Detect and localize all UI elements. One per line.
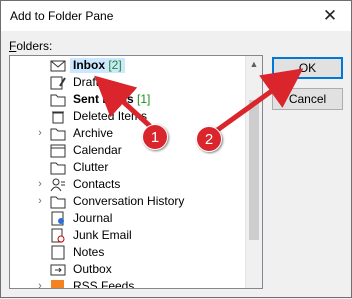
folder-icon <box>50 126 66 141</box>
tree-item[interactable]: › Contacts <box>10 176 246 193</box>
cancel-button[interactable]: Cancel <box>272 88 343 110</box>
unread-count: [2] <box>105 58 122 72</box>
chevron-right-icon[interactable]: › <box>35 177 45 191</box>
vertical-scrollbar[interactable]: ▲ <box>245 56 262 288</box>
tree-item-label: Junk Email <box>73 228 132 242</box>
tree-item[interactable]: Sent Items [1] <box>10 91 246 108</box>
outbox-icon <box>50 262 66 277</box>
tree-item-label: Conversation History <box>73 194 185 208</box>
title-bar: Add to Folder Pane ✕ <box>1 1 351 31</box>
annotation-badge-1: 1 <box>142 124 168 150</box>
tree-item-label: Drafts <box>73 75 106 89</box>
folder-icon <box>50 92 66 107</box>
tree-item[interactable]: Inbox [2] <box>10 57 246 74</box>
chevron-right-icon[interactable]: › <box>35 126 45 140</box>
tree-item-label: Calendar <box>73 143 122 157</box>
tree-item-label: Outbox <box>73 262 112 276</box>
ok-button[interactable]: OK <box>272 57 343 79</box>
rss-icon <box>50 279 66 288</box>
chevron-right-icon[interactable]: › <box>35 194 45 208</box>
scrollbar-thumb[interactable] <box>249 100 259 240</box>
close-icon[interactable]: ✕ <box>319 5 341 27</box>
unread-count: [1] <box>133 92 151 106</box>
chevron-right-icon[interactable]: › <box>35 279 45 288</box>
tree-item-label: Inbox [2] <box>70 58 125 73</box>
tree-item[interactable]: Deleted Items <box>10 108 246 125</box>
tree-item-label: Clutter <box>73 160 109 174</box>
tree-item[interactable]: › Conversation History <box>10 193 246 210</box>
tree-item-label: Archive <box>73 126 114 140</box>
annotation-badge-2: 2 <box>196 126 222 152</box>
folder-icon <box>50 194 66 209</box>
junk-icon <box>50 228 66 243</box>
tree-item[interactable]: Clutter <box>10 159 246 176</box>
envelope-icon <box>50 58 66 73</box>
dialog-title: Add to Folder Pane <box>10 9 114 23</box>
tree-item-label: Sent Items [1] <box>73 92 151 106</box>
tree-item[interactable]: › RSS Feeds <box>10 278 246 289</box>
tree-item-label: Notes <box>73 245 105 259</box>
tree-item[interactable]: Journal <box>10 210 246 227</box>
add-to-folder-pane-dialog: Add to Folder Pane ✕ Folders: ▲ Inbox [2… <box>0 0 352 298</box>
drafts-icon <box>50 75 66 90</box>
tree-item-label: Contacts <box>73 177 121 191</box>
folders-label: Folders: <box>9 39 52 53</box>
folder-icon <box>50 160 66 175</box>
tree-item[interactable]: Notes <box>10 244 246 261</box>
contacts-icon <box>50 177 66 192</box>
tree-item-label: Deleted Items <box>73 109 148 123</box>
tree-item-label: RSS Feeds <box>73 279 135 289</box>
tree-item[interactable]: Outbox <box>10 261 246 278</box>
tree-item-label: Journal <box>73 211 113 225</box>
journal-icon <box>50 211 66 226</box>
folder-tree[interactable]: ▲ Inbox [2] Drafts Sent Items [1] Deleted I… <box>9 55 263 289</box>
folders-label-text: olders: <box>16 39 53 53</box>
tree-item[interactable]: Junk Email <box>10 227 246 244</box>
trash-icon <box>50 109 66 124</box>
scroll-up-icon[interactable]: ▲ <box>246 56 262 73</box>
calendar-icon <box>50 143 66 158</box>
notes-icon <box>50 245 66 260</box>
tree-item[interactable]: Drafts <box>10 74 246 91</box>
